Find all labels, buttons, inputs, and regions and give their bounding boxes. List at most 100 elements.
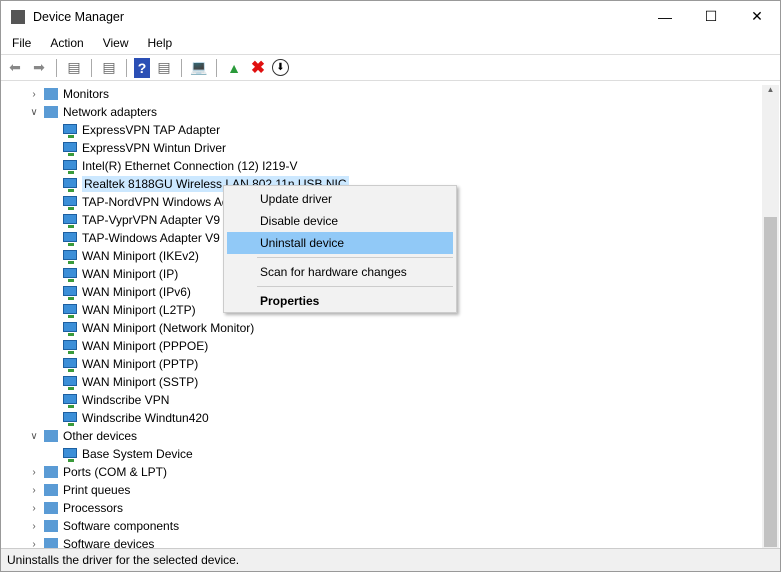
menu-item-update-driver[interactable]: Update driver — [227, 188, 453, 210]
device-icon — [63, 196, 77, 210]
expand-chevron-icon[interactable]: › — [29, 503, 39, 514]
menu-item-properties[interactable]: Properties — [227, 290, 453, 312]
maximize-button[interactable]: ☐ — [688, 1, 734, 32]
tree-item-label: TAP-VyprVPN Adapter V9 — [82, 213, 221, 227]
uninstall-icon[interactable]: ✖ — [248, 58, 268, 78]
device-icon — [63, 448, 77, 462]
tree-item[interactable]: Windscribe Windtun420 — [1, 409, 762, 427]
tree-item-label: WAN Miniport (PPTP) — [82, 357, 199, 371]
tree-item-label: Print queues — [63, 483, 131, 497]
tree-item[interactable]: WAN Miniport (Network Monitor) — [1, 319, 762, 337]
title-bar: Device Manager — ☐ ✕ — [1, 1, 780, 32]
device-icon — [63, 394, 77, 408]
tree-item-label: Other devices — [63, 429, 138, 443]
tree-item[interactable]: WAN Miniport (PPTP) — [1, 355, 762, 373]
expand-chevron-icon[interactable]: › — [29, 485, 39, 496]
menu-item-scan-hardware[interactable]: Scan for hardware changes — [227, 261, 453, 283]
menu-file[interactable]: File — [4, 36, 39, 50]
help-icon[interactable]: ? — [134, 57, 150, 78]
tree-item-label: Windscribe VPN — [82, 393, 170, 407]
collapse-chevron-icon[interactable]: ∨ — [29, 107, 39, 118]
device-manager-window: Device Manager — ☐ ✕ File Action View He… — [0, 0, 781, 572]
tree-item[interactable]: › Software components — [1, 517, 762, 535]
tree-item[interactable]: ∨ Other devices — [1, 427, 762, 445]
device-icon — [44, 88, 58, 100]
tree-item-label: WAN Miniport (IKEv2) — [82, 249, 199, 263]
download-icon[interactable]: ⬇ — [272, 59, 289, 76]
expand-chevron-icon[interactable]: › — [29, 467, 39, 478]
show-hide-console-tree-icon[interactable]: ▤ — [64, 58, 84, 78]
expand-chevron-icon[interactable]: › — [29, 89, 39, 100]
device-icon — [63, 232, 77, 246]
tree-item[interactable]: ExpressVPN TAP Adapter — [1, 121, 762, 139]
device-icon — [44, 106, 58, 118]
device-icon — [63, 214, 77, 228]
toolbar: ⬅ ➡ ▤ ▤ ? ▤ 💻 ▲ ✖ ⬇ — [1, 55, 780, 81]
menu-view[interactable]: View — [95, 36, 137, 50]
tree-item-label: Intel(R) Ethernet Connection (12) I219-V — [82, 159, 298, 173]
device-icon — [44, 502, 58, 514]
menu-help[interactable]: Help — [140, 36, 181, 50]
tree-item[interactable]: › Print queues — [1, 481, 762, 499]
tree-item[interactable]: WAN Miniport (SSTP) — [1, 373, 762, 391]
scroll-thumb[interactable] — [764, 217, 777, 547]
tree-item[interactable]: Windscribe VPN — [1, 391, 762, 409]
vertical-scrollbar[interactable]: ▲ — [762, 85, 779, 549]
device-icon — [63, 286, 77, 300]
tree-item-label: TAP-Windows Adapter V9 — [82, 231, 220, 245]
status-bar: Uninstalls the driver for the selected d… — [1, 548, 780, 571]
tree-item[interactable]: ExpressVPN Wintun Driver — [1, 139, 762, 157]
tree-item[interactable]: › Processors — [1, 499, 762, 517]
tree-item-label: Ports (COM & LPT) — [63, 465, 168, 479]
back-icon[interactable]: ⬅ — [5, 58, 25, 78]
device-icon — [44, 484, 58, 496]
device-icon — [63, 142, 77, 156]
tree-item[interactable]: Base System Device — [1, 445, 762, 463]
tree-item-label: WAN Miniport (SSTP) — [82, 375, 199, 389]
forward-icon[interactable]: ➡ — [29, 58, 49, 78]
device-icon — [63, 250, 77, 264]
tree-item-label: Processors — [63, 501, 124, 515]
tree-item[interactable]: › Ports (COM & LPT) — [1, 463, 762, 481]
scroll-up-arrow[interactable]: ▲ — [762, 85, 779, 94]
tree-item-label: Network adapters — [63, 105, 158, 119]
properties-icon[interactable]: ▤ — [99, 58, 119, 78]
tree-item-label: WAN Miniport (IPv6) — [82, 285, 191, 299]
device-icon — [63, 412, 77, 426]
device-icon — [44, 430, 58, 442]
tree-item[interactable]: Intel(R) Ethernet Connection (12) I219-V — [1, 157, 762, 175]
device-icon — [63, 322, 77, 336]
menu-action[interactable]: Action — [42, 36, 91, 50]
device-icon — [63, 160, 77, 174]
tree-item-label: Base System Device — [82, 447, 193, 461]
tree-item[interactable]: WAN Miniport (PPPOE) — [1, 337, 762, 355]
tree-item[interactable]: ∨ Network adapters — [1, 103, 762, 121]
close-button[interactable]: ✕ — [734, 1, 780, 32]
expand-chevron-icon[interactable]: › — [29, 521, 39, 532]
tree-item-label: Software components — [63, 519, 180, 533]
menu-item-uninstall-device[interactable]: Uninstall device — [227, 232, 453, 254]
device-icon — [63, 340, 77, 354]
tree-item-label: ExpressVPN Wintun Driver — [82, 141, 227, 155]
tree-item[interactable]: › Monitors — [1, 85, 762, 103]
scan-hardware-icon[interactable]: 💻 — [189, 58, 209, 78]
window-title: Device Manager — [33, 9, 125, 24]
menu-item-disable-device[interactable]: Disable device — [227, 210, 453, 232]
device-icon — [63, 178, 77, 192]
menu-bar: File Action View Help — [1, 32, 780, 55]
device-tree: › Monitors ∨ Network adapters ExpressVPN TAP… — [1, 85, 762, 549]
context-menu: Update driver Disable device Uninstall d… — [223, 185, 457, 313]
minimize-button[interactable]: — — [642, 1, 688, 32]
tree-item-label: ExpressVPN TAP Adapter — [82, 123, 221, 137]
tree-item-label: Windscribe Windtun420 — [82, 411, 209, 425]
tree-item-label: Monitors — [63, 87, 110, 101]
status-text: Uninstalls the driver for the selected d… — [7, 553, 240, 567]
action-pane-icon[interactable]: ▤ — [154, 58, 174, 78]
tree-item[interactable]: › Software devices — [1, 535, 762, 549]
collapse-chevron-icon[interactable]: ∨ — [29, 431, 39, 442]
tree-item-label: WAN Miniport (Network Monitor) — [82, 321, 255, 335]
update-driver-icon[interactable]: ▲ — [224, 58, 244, 78]
device-icon — [63, 304, 77, 318]
tree-item-label: WAN Miniport (L2TP) — [82, 303, 196, 317]
device-icon — [63, 376, 77, 390]
